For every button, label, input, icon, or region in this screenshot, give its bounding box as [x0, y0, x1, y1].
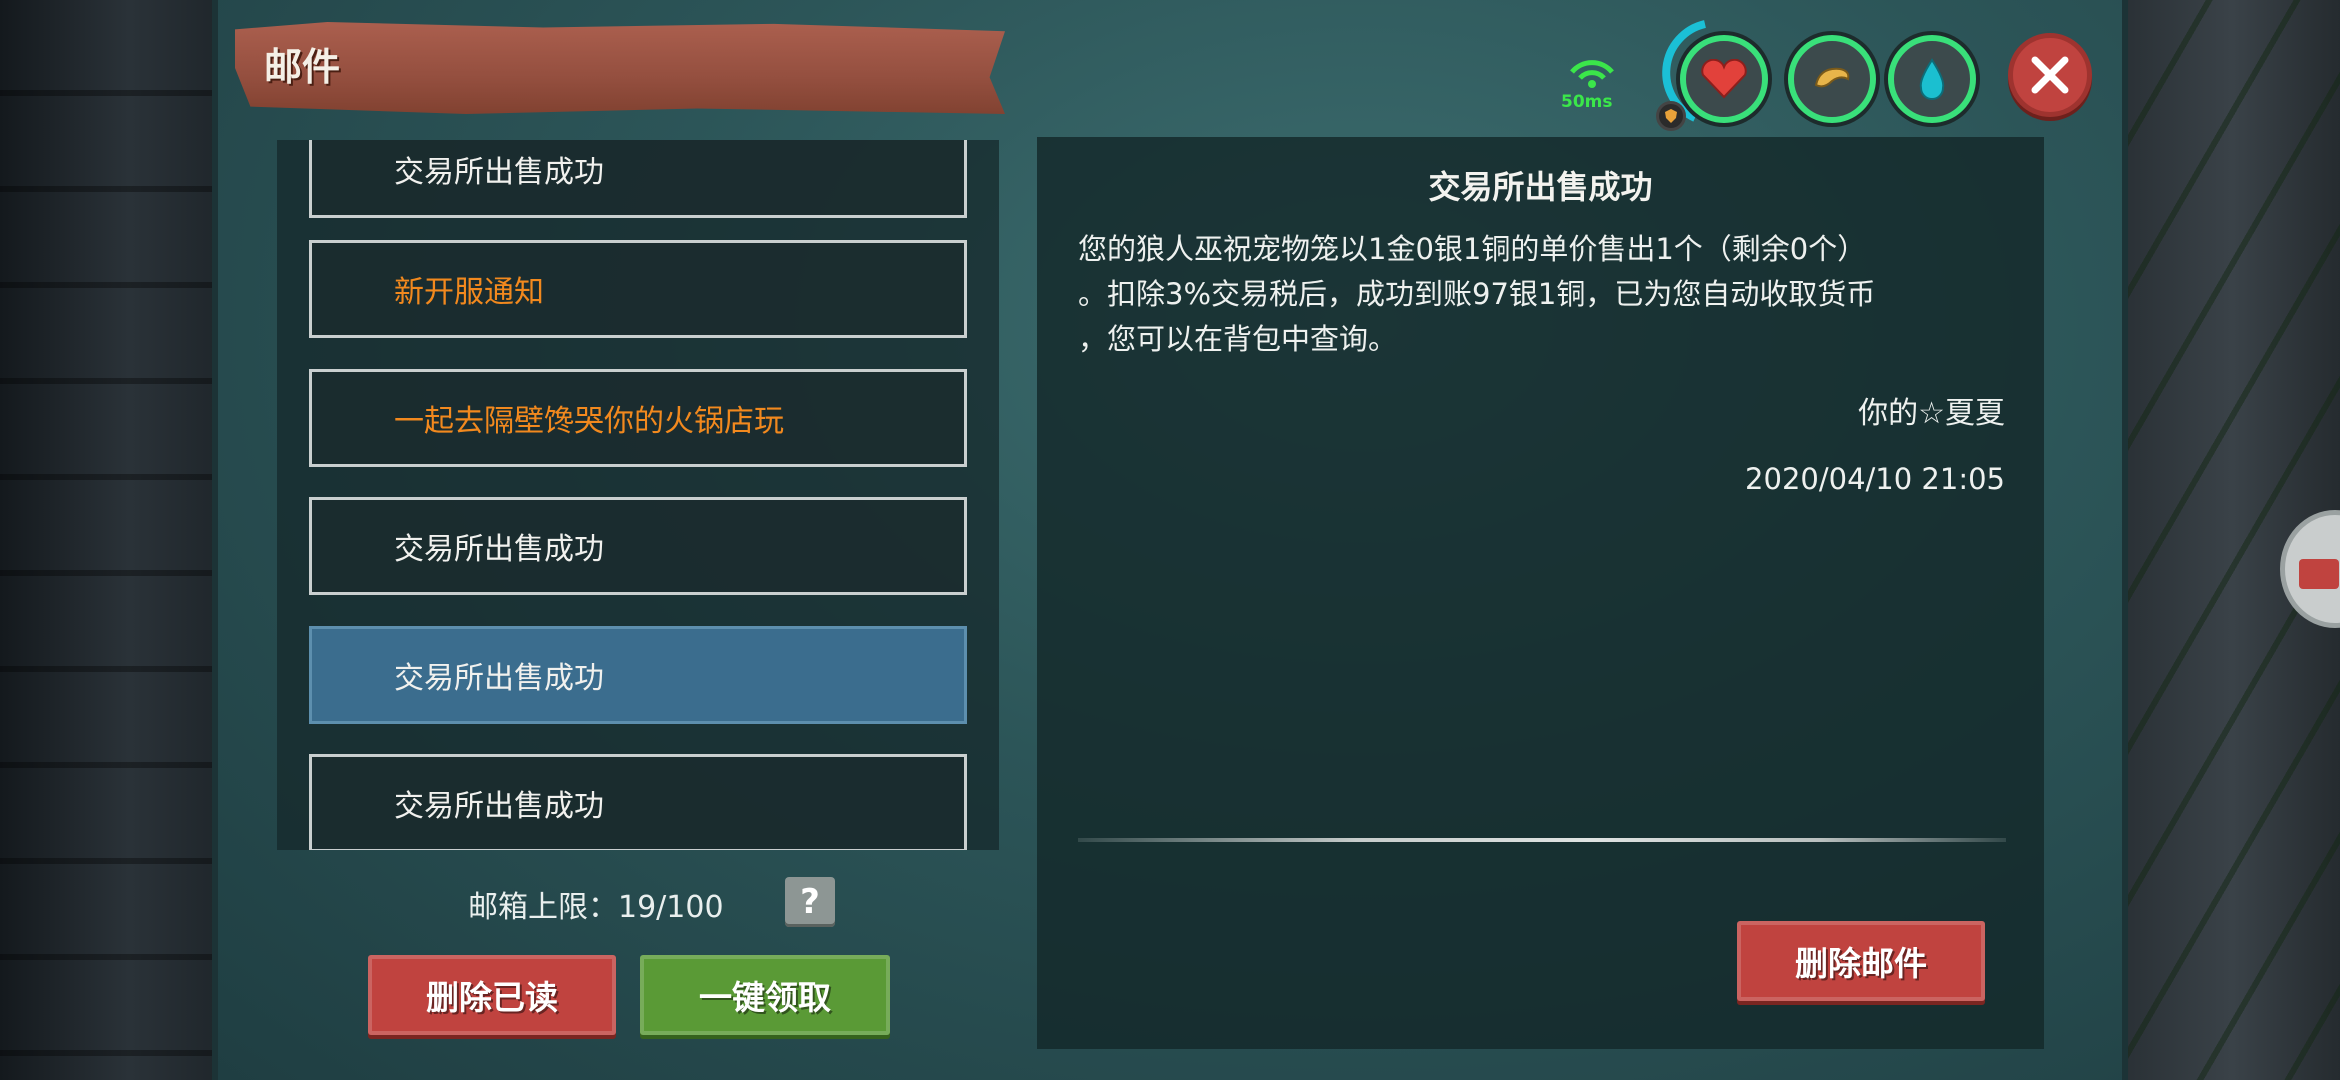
claim-all-button[interactable]: 一键领取: [640, 955, 890, 1035]
mail-subject: 交易所出售成功: [394, 789, 604, 824]
mail-detail-title: 交易所出售成功: [1428, 168, 1653, 206]
mail-signature: 你的☆夏夏: [1858, 396, 2005, 431]
mail-list-item[interactable]: 交易所出售成功: [309, 754, 967, 850]
background-scenery-left: [0, 0, 215, 1080]
food-icon: [1814, 67, 1850, 88]
mail-subject: 交易所出售成功: [394, 661, 604, 696]
shield-badge-icon: [1656, 101, 1686, 131]
close-button[interactable]: [2008, 33, 2092, 117]
mail-body-line: ，您可以在背包中查询。: [1078, 322, 1398, 356]
health-status[interactable]: [1680, 35, 1768, 123]
mail-subject: 一起去隔壁馋哭你的火锅店玩: [394, 404, 784, 439]
mail-detail-body: 您的狼人巫祝宠物笼以1金0银1铜的单价售出1个（剩余0个） 。扣除3%交易税后，…: [1078, 227, 2028, 362]
game-screen: 邮件 交易所出售成功 新开服通知 一起去隔壁馋哭你的火锅店玩 交易所出售成功 交…: [0, 0, 2340, 1080]
ping-readout: 50ms: [1561, 92, 1613, 112]
hunger-status[interactable]: [1788, 35, 1876, 123]
mail-body-line: 您的狼人巫祝宠物笼以1金0银1铜的单价售出1个（剩余0个）: [1078, 232, 1867, 266]
water-icon: [1919, 58, 1945, 100]
detail-divider: [1078, 838, 2006, 842]
mail-subject: 新开服通知: [394, 275, 544, 310]
delete-read-button[interactable]: 删除已读: [368, 955, 616, 1035]
mail-list-item[interactable]: 一起去隔壁馋哭你的火锅店玩: [309, 369, 967, 467]
mail-body-line: 。扣除3%交易税后，成功到账97银1铜，已为您自动收取货币: [1078, 277, 1876, 311]
mail-subject: 交易所出售成功: [394, 532, 604, 567]
mail-list-item[interactable]: 交易所出售成功: [309, 497, 967, 595]
heart-icon: [1701, 59, 1747, 99]
delete-mail-button[interactable]: 删除邮件: [1737, 921, 1985, 1001]
help-button[interactable]: ?: [785, 877, 835, 927]
thirst-status[interactable]: [1888, 35, 1976, 123]
mail-list-item-selected[interactable]: 交易所出售成功: [309, 626, 967, 724]
title-plate: [235, 22, 1005, 114]
shop-icon: [2299, 559, 2339, 589]
window-title: 邮件: [264, 45, 341, 89]
signal-icon: [1570, 60, 1614, 88]
mail-subject: 交易所出售成功: [394, 155, 604, 190]
mail-date: 2020/04/10 21:05: [1745, 462, 2005, 496]
mail-list-item[interactable]: 新开服通知: [309, 240, 967, 338]
mail-list-item[interactable]: 交易所出售成功: [309, 140, 967, 218]
close-icon: [2031, 56, 2069, 94]
mail-list[interactable]: 交易所出售成功 新开服通知 一起去隔壁馋哭你的火锅店玩 交易所出售成功 交易所出…: [277, 140, 999, 850]
mailbox-quota: 邮箱上限：19/100: [468, 890, 724, 925]
